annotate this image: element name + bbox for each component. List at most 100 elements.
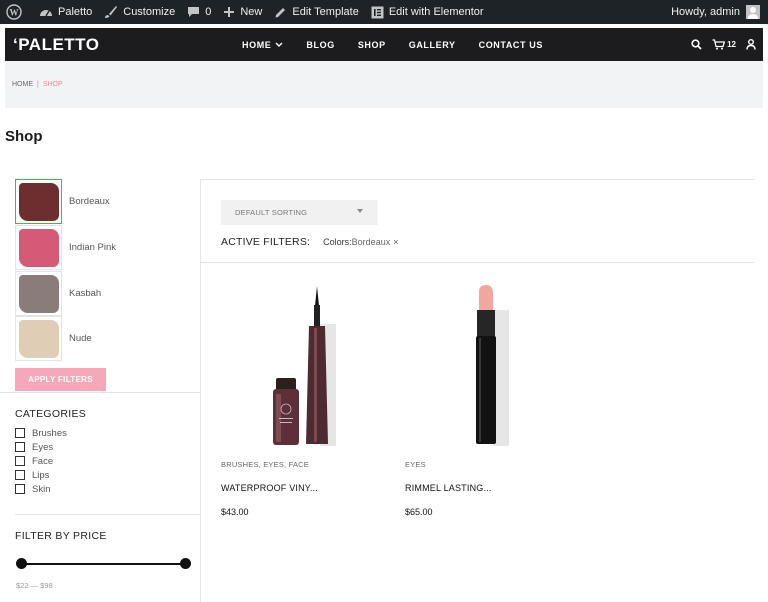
admin-edit-template-label: Edit Template <box>292 6 359 18</box>
product-card[interactable]: EYES RIMMEL LASTING... $65.00 <box>405 276 575 517</box>
category-label: Brushes <box>32 427 67 439</box>
category-checkbox[interactable] <box>15 442 25 452</box>
product-name[interactable]: RIMMEL LASTING... <box>405 483 492 493</box>
nav-contact-us[interactable]: CONTACT US <box>479 40 543 50</box>
category-checkbox[interactable] <box>15 484 25 494</box>
svg-text:W: W <box>10 8 19 18</box>
breadcrumb: HOME | SHOP <box>5 61 763 108</box>
price-slider-track[interactable] <box>21 563 185 565</box>
category-label: Face <box>32 455 54 467</box>
filter-by-price-heading: FILTER BY PRICE <box>15 530 107 542</box>
color-swatch[interactable] <box>15 225 62 270</box>
product-categories[interactable]: BRUSHES, EYES, FACE <box>221 460 309 469</box>
admin-site-name-label: Paletto <box>58 6 93 18</box>
nav-gallery[interactable]: GALLERY <box>409 40 456 50</box>
price-slider-max-handle[interactable] <box>179 558 191 569</box>
nav-home-label: HOME <box>242 39 272 50</box>
category-brushes[interactable]: Brushes <box>15 427 67 439</box>
breadcrumb-home[interactable]: HOME <box>12 81 33 88</box>
category-eyes[interactable]: Eyes <box>15 441 53 453</box>
admin-customize[interactable]: Customize <box>98 0 181 24</box>
categories-heading: CATEGORIES <box>15 408 87 420</box>
swatch-color <box>18 319 59 358</box>
category-label: Lips <box>32 469 50 481</box>
brush-icon <box>105 6 118 18</box>
admin-comments-count: 0 <box>205 6 212 18</box>
admin-customize-label: Customize <box>123 6 176 18</box>
comment-icon <box>188 7 200 17</box>
admin-bar: W Paletto Customize 0 New Edit Template … <box>0 0 768 24</box>
cart-icon <box>712 39 726 50</box>
caret-down-icon <box>357 209 363 213</box>
main-nav: HOME BLOG SHOP GALLERY CONTACT US <box>242 40 566 50</box>
product-card[interactable]: BRUSHES, EYES, FACE WATERPROOF VINY... $… <box>221 276 391 517</box>
nav-shop[interactable]: SHOP <box>358 40 386 50</box>
breadcrumb-separator: | <box>37 81 39 88</box>
active-filter-value: Bordeaux <box>351 237 391 247</box>
category-checkbox[interactable] <box>15 456 25 466</box>
admin-edit-elementor-label: Edit with Elementor <box>388 6 484 18</box>
sidebar: Bordeaux Indian Pink Kasbah Nude APPLY F… <box>0 178 200 602</box>
sidebar-divider <box>15 514 200 515</box>
dashboard-icon <box>40 10 52 17</box>
price-slider-min-handle[interactable] <box>15 558 27 569</box>
swatch-color <box>18 274 59 313</box>
color-swatch[interactable] <box>15 316 62 361</box>
main-divider <box>201 262 754 263</box>
color-filter-indian-pink[interactable]: Indian Pink <box>15 225 195 270</box>
admin-account[interactable]: Howdy, admin <box>671 5 768 19</box>
admin-comments[interactable]: 0 <box>181 0 217 24</box>
product-price: $43.00 <box>221 507 249 517</box>
search-icon[interactable] <box>691 39 702 50</box>
breadcrumb-current: SHOP <box>42 81 63 88</box>
category-face[interactable]: Face <box>15 455 53 467</box>
header-icons: 12 <box>681 39 763 50</box>
chevron-down-icon <box>275 42 283 47</box>
active-filter-key: Colors: <box>323 237 352 247</box>
sorting-select[interactable]: DEFAULT SORTING <box>221 200 378 225</box>
active-filters-label: ACTIVE FILTERS: <box>221 236 311 248</box>
wordpress-logo-icon[interactable]: W <box>0 0 33 24</box>
page-title: Shop <box>5 128 43 145</box>
color-filter-nude[interactable]: Nude <box>15 316 195 361</box>
remove-filter-icon[interactable]: × <box>393 237 398 247</box>
category-lips[interactable]: Lips <box>15 469 49 481</box>
plus-icon <box>224 7 235 17</box>
nav-home[interactable]: HOME <box>242 40 283 50</box>
apply-filters-button[interactable]: APPLY FILTERS <box>15 368 106 391</box>
color-swatch[interactable] <box>15 271 62 316</box>
avatar <box>746 5 760 19</box>
color-label: Indian Pink <box>69 242 117 253</box>
product-name[interactable]: WATERPROOF VINY... <box>221 483 318 493</box>
main-border-top <box>200 179 754 180</box>
product-categories[interactable]: EYES <box>405 460 426 469</box>
main-border-left <box>200 179 201 602</box>
elementor-icon <box>371 6 384 18</box>
swatch-color <box>18 228 59 267</box>
sidebar-divider <box>0 392 200 393</box>
lipstick-image[interactable] <box>405 276 575 451</box>
site-logo[interactable]: ‘PALETTO <box>5 35 205 55</box>
pencil-icon <box>275 7 286 17</box>
color-label: Bordeaux <box>69 196 110 207</box>
category-skin[interactable]: Skin <box>15 483 50 495</box>
user-icon[interactable] <box>746 39 756 50</box>
color-filter-kasbah[interactable]: Kasbah <box>15 271 195 316</box>
sorting-selected: DEFAULT SORTING <box>235 208 308 217</box>
color-filter-bordeaux[interactable]: Bordeaux <box>15 179 195 224</box>
active-filter-chip[interactable]: Colors:Bordeaux × <box>323 237 398 247</box>
eyeliner-image[interactable] <box>221 276 391 451</box>
admin-edit-template[interactable]: Edit Template <box>268 0 364 24</box>
product-price: $65.00 <box>405 507 433 517</box>
color-swatch[interactable] <box>15 179 62 224</box>
admin-new[interactable]: New <box>217 0 268 24</box>
category-label: Eyes <box>32 441 54 453</box>
site-header: ‘PALETTO HOME BLOG SHOP GALLERY CONTACT … <box>5 28 763 61</box>
nav-blog[interactable]: BLOG <box>306 40 334 50</box>
category-checkbox[interactable] <box>15 428 25 438</box>
category-label: Skin <box>32 483 51 495</box>
admin-site-name[interactable]: Paletto <box>33 0 98 24</box>
admin-edit-elementor[interactable]: Edit with Elementor <box>365 0 490 24</box>
cart-button[interactable]: 12 <box>712 39 736 50</box>
category-checkbox[interactable] <box>15 470 25 480</box>
